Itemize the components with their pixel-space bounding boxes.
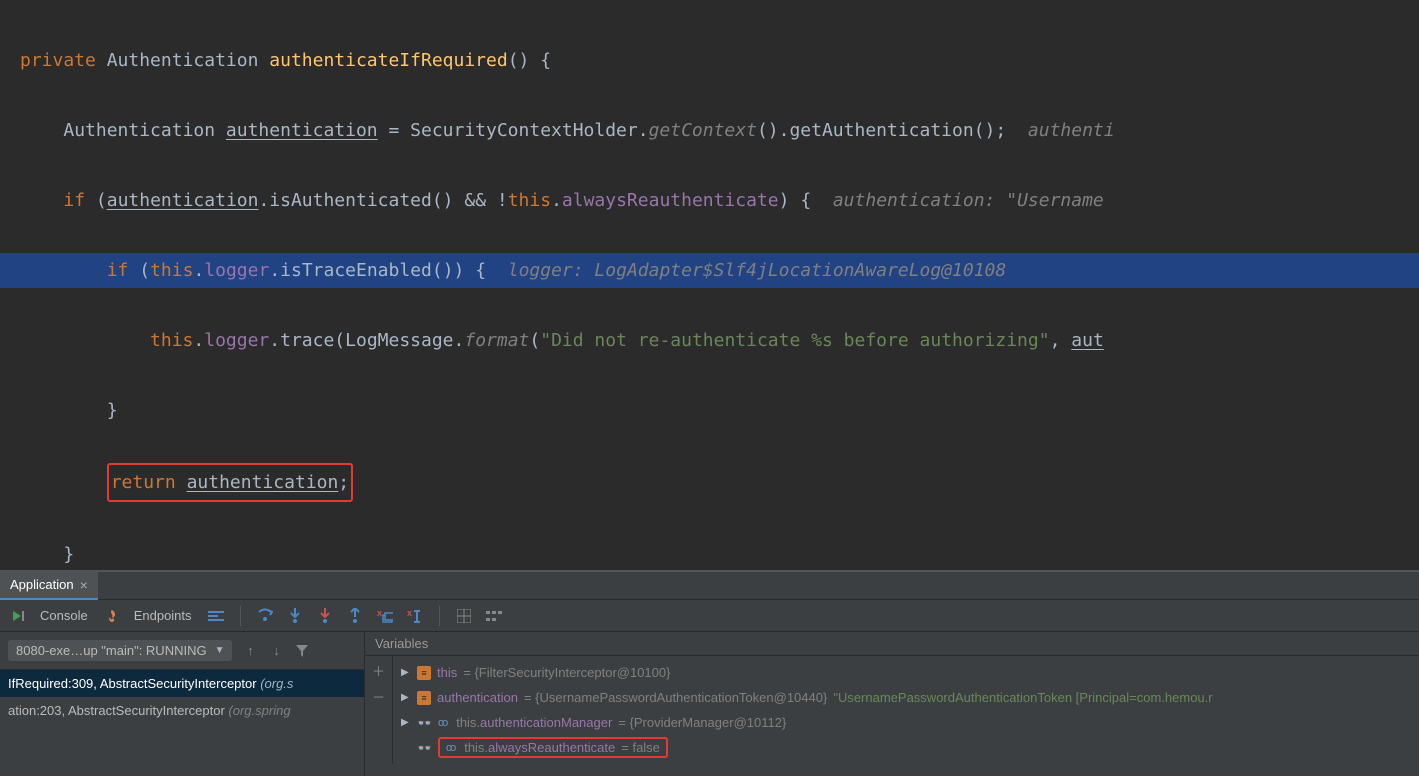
type-auth: Authentication (107, 50, 259, 71)
frames-panel: 8080-exe…up "main": RUNNING ▼ ↑ ↓ IfRequ… (0, 632, 365, 776)
expand-icon[interactable]: ▶ (401, 717, 411, 728)
stack-frame[interactable]: ation:203, AbstractSecurityInterceptor (… (0, 697, 364, 724)
debug-tabs: Application × (0, 572, 1419, 600)
next-frame-icon[interactable]: ↓ (268, 643, 284, 659)
svg-text:x: x (377, 608, 382, 618)
console-label[interactable]: Console (40, 608, 88, 623)
evaluate-icon[interactable] (456, 608, 472, 624)
debug-panel: Application × Console Endpoints x x (0, 572, 1419, 776)
step-into-icon[interactable] (287, 608, 303, 624)
variable-row[interactable]: ▶ ≡ this = {FilterSecurityInterceptor@10… (401, 660, 1411, 685)
var-authentication[interactable]: authentication (226, 120, 378, 141)
link-icon: oo (438, 717, 446, 729)
execution-line[interactable]: if (this.logger.isTraceEnabled()) { logg… (0, 253, 1419, 288)
object-icon: ≡ (417, 691, 431, 705)
add-watch-icon[interactable]: ＋ (371, 662, 387, 678)
remove-watch-icon[interactable]: － (371, 688, 387, 704)
highlight-box-always-reauth: oo this.alwaysReauthenticate = false (438, 737, 668, 758)
link-icon: oo (446, 742, 454, 754)
run-to-cursor-icon[interactable]: x (407, 608, 423, 624)
object-icon: ≡ (417, 666, 431, 680)
layout-icon[interactable] (208, 608, 224, 624)
stack-frame[interactable]: IfRequired:309, AbstractSecurityIntercep… (0, 670, 364, 697)
step-over-icon[interactable] (257, 608, 273, 624)
tab-application[interactable]: Application × (0, 572, 98, 600)
expand-icon[interactable]: ▶ (401, 692, 411, 703)
expand-icon[interactable]: ▶ (401, 667, 411, 678)
variables-panel: Variables ＋ － ▶ ≡ this = {FilterSecurity… (365, 632, 1419, 776)
filter-icon[interactable] (294, 643, 310, 659)
variables-header: Variables (365, 632, 1419, 656)
watch-icon: 👓 (417, 716, 432, 730)
code-editor[interactable]: private Authentication authenticateIfReq… (0, 0, 1419, 570)
thread-selector[interactable]: 8080-exe…up "main": RUNNING ▼ (8, 640, 232, 661)
prev-frame-icon[interactable]: ↑ (242, 643, 258, 659)
step-out-icon[interactable] (347, 608, 363, 624)
close-icon[interactable]: × (80, 577, 88, 593)
highlight-box-return: return authentication; (107, 463, 353, 502)
debug-toolbar: Console Endpoints x x (0, 600, 1419, 632)
watch-icon: 👓 (417, 741, 432, 755)
trace-icon[interactable] (486, 608, 502, 624)
variable-row[interactable]: ▶ ≡ authentication = {UsernamePasswordAu… (401, 685, 1411, 710)
variable-row[interactable]: 👓 oo this.alwaysReauthenticate = false (401, 735, 1411, 760)
chevron-down-icon: ▼ (215, 645, 225, 656)
console-icon[interactable] (10, 608, 26, 624)
svg-text:x: x (407, 608, 412, 618)
variable-row[interactable]: ▶ 👓 oo this.authenticationManager = {Pro… (401, 710, 1411, 735)
kw-private: private (20, 50, 96, 71)
endpoints-icon[interactable] (104, 608, 120, 624)
force-step-into-icon[interactable] (317, 608, 333, 624)
endpoints-label[interactable]: Endpoints (134, 608, 192, 623)
method-name: authenticateIfRequired (269, 50, 507, 71)
drop-frame-icon[interactable]: x (377, 608, 393, 624)
